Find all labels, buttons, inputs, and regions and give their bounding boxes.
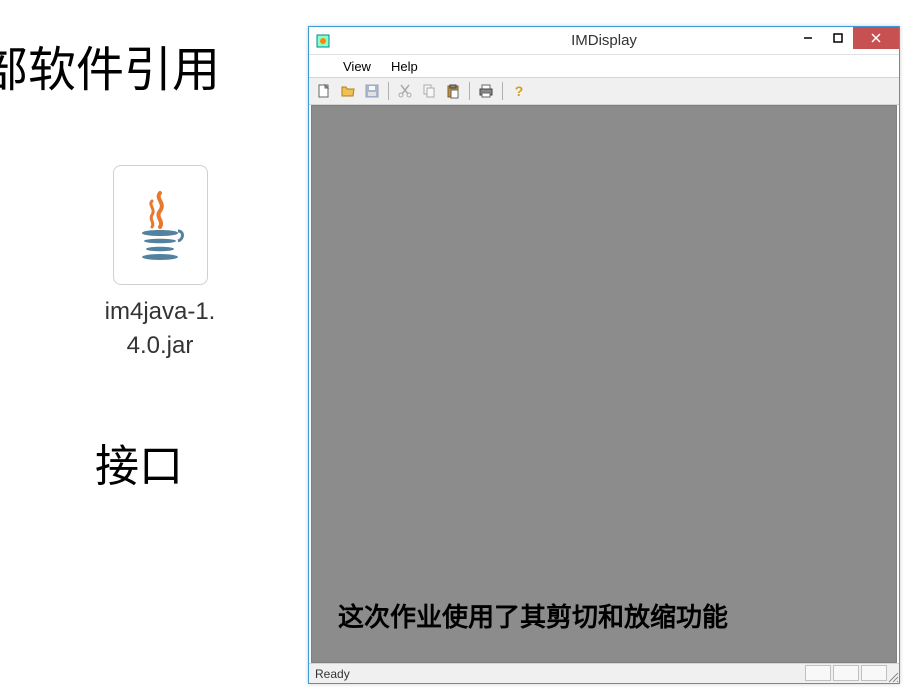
help-icon[interactable]: ? (508, 80, 530, 102)
status-pane (833, 665, 859, 681)
interface-label: 接口 (95, 430, 183, 494)
status-text: Ready (315, 667, 350, 681)
copy-icon[interactable] (418, 80, 440, 102)
slide-heading: 部软件引用 (0, 30, 220, 100)
statusbar: Ready (309, 663, 899, 683)
toolbar-separator (502, 82, 503, 100)
java-jar-icon (113, 165, 208, 285)
menu-view[interactable]: View (337, 57, 377, 76)
overlay-text: 这次作业使用了其剪切和放缩功能 (338, 597, 728, 634)
toolbar-separator (388, 82, 389, 100)
print-icon[interactable] (475, 80, 497, 102)
toolbar-separator (469, 82, 470, 100)
status-pane (805, 665, 831, 681)
maximize-button[interactable] (823, 27, 853, 49)
titlebar[interactable]: IMDisplay (309, 27, 899, 55)
minimize-button[interactable] (793, 27, 823, 49)
close-button[interactable] (853, 27, 899, 49)
imdisplay-window: IMDisplay View Help (308, 26, 900, 684)
save-icon[interactable] (361, 80, 383, 102)
paste-icon[interactable] (442, 80, 464, 102)
resize-grip-icon[interactable] (887, 671, 899, 683)
client-area: 这次作业使用了其剪切和放缩功能 (311, 105, 897, 663)
menubar: View Help (309, 55, 899, 77)
cut-icon[interactable] (394, 80, 416, 102)
new-file-icon[interactable] (313, 80, 335, 102)
toolbar: ? (309, 77, 899, 105)
status-pane (861, 665, 887, 681)
svg-text:?: ? (515, 83, 524, 99)
open-folder-icon[interactable] (337, 80, 359, 102)
window-title: IMDisplay (571, 32, 637, 49)
menu-help[interactable]: Help (385, 57, 424, 76)
app-icon (315, 33, 331, 49)
jar-filename: im4java-1. 4.0.jar (85, 295, 235, 362)
jar-file-icon-container: im4java-1. 4.0.jar (85, 165, 235, 362)
